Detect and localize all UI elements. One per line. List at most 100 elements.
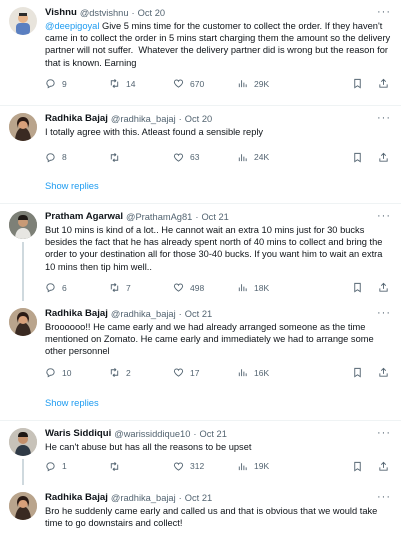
views-count: 18K — [254, 282, 270, 293]
retweet-button[interactable]: 2 — [109, 367, 173, 378]
reply-tweet[interactable]: Radhika Bajaj @radhika_bajaj · Oct 21 ··… — [0, 485, 401, 541]
share-icon[interactable] — [378, 367, 389, 378]
retweet-icon — [110, 461, 119, 471]
more-options-icon[interactable]: ··· — [377, 210, 391, 222]
share-icon[interactable] — [378, 152, 389, 163]
show-replies-link[interactable]: Show replies — [0, 170, 401, 203]
share-icon[interactable] — [378, 461, 389, 472]
tweet-actions: 8 63 24K — [45, 146, 391, 168]
tweet-actions: 10 2 17 16K — [45, 362, 391, 384]
display-name[interactable]: Radhika Bajaj — [45, 492, 108, 503]
show-replies-link[interactable]: Show replies — [0, 387, 401, 420]
more-options-icon[interactable]: ··· — [377, 6, 391, 18]
more-options-icon[interactable]: ··· — [377, 307, 391, 319]
reply-tweet[interactable]: Waris Siddiqui @warissiddique10 · Oct 21… — [0, 421, 401, 485]
views-button[interactable]: 16K — [237, 367, 299, 378]
views-button[interactable]: 18K — [237, 282, 299, 293]
retweet-icon — [110, 283, 119, 293]
avatar[interactable] — [9, 492, 37, 520]
retweet-button[interactable] — [109, 152, 173, 163]
display-name[interactable]: Pratham Agarwal — [45, 211, 123, 222]
tweet-text: Broooooo!! He came early and we had alre… — [45, 322, 377, 357]
display-name[interactable]: Radhika Bajaj — [45, 308, 108, 319]
reply-button[interactable]: 10 — [45, 367, 109, 378]
views-button[interactable]: 24K — [237, 152, 299, 163]
user-handle[interactable]: @warissiddique10 — [114, 429, 190, 439]
more-options-icon[interactable]: ··· — [377, 491, 391, 503]
timestamp[interactable]: Oct 20 — [138, 8, 165, 18]
views-count: 19K — [254, 461, 270, 472]
heart-icon — [173, 368, 184, 377]
reply-tweet[interactable]: Pratham Agarwal @PrathamAg81 · Oct 21 ··… — [0, 204, 401, 301]
tweet-actions: 9 14 670 29K — [45, 73, 391, 95]
mention-link[interactable]: @deepigoyal — [45, 21, 99, 31]
timestamp[interactable]: Oct 21 — [200, 429, 227, 439]
retweet-button[interactable] — [109, 461, 173, 472]
more-options-icon[interactable]: ··· — [377, 112, 391, 124]
like-button[interactable]: 17 — [173, 367, 237, 378]
views-icon — [238, 462, 247, 470]
user-handle[interactable]: @radhika_bajaj — [111, 114, 176, 124]
reply-count: 6 — [62, 282, 67, 293]
avatar[interactable] — [9, 308, 37, 336]
display-name[interactable]: Waris Siddiqui — [45, 428, 111, 439]
user-handle[interactable]: @dstvishnu — [80, 8, 129, 18]
retweet-button[interactable]: 7 — [109, 282, 173, 293]
avatar[interactable] — [9, 113, 37, 141]
reply-button[interactable]: 8 — [45, 152, 109, 163]
reply-button[interactable]: 9 — [45, 78, 109, 89]
timestamp[interactable]: Oct 21 — [185, 493, 212, 503]
share-icon[interactable] — [378, 78, 389, 89]
separator-dot: · — [178, 492, 182, 503]
like-button[interactable]: 312 — [173, 461, 237, 472]
tweet-text: Bro he suddenly came early and called us… — [45, 506, 380, 529]
views-button[interactable]: 19K — [237, 461, 299, 472]
views-icon — [238, 369, 247, 377]
timestamp[interactable]: Oct 21 — [185, 309, 212, 319]
user-handle[interactable]: @radhika_bajaj — [111, 493, 176, 503]
user-handle[interactable]: @radhika_bajaj — [111, 309, 176, 319]
tweet-text: @deepigoyal Give 5 mins time for the cus… — [45, 21, 393, 68]
views-button[interactable]: 29K — [237, 78, 299, 89]
more-options-icon[interactable]: ··· — [377, 427, 391, 439]
reply-tweet[interactable]: Radhika Bajaj @radhika_bajaj · Oct 21 ··… — [0, 301, 401, 387]
like-button[interactable]: 498 — [173, 282, 237, 293]
avatar[interactable] — [9, 211, 37, 239]
bookmark-icon[interactable] — [352, 282, 363, 293]
like-count: 312 — [190, 461, 205, 472]
bookmark-icon[interactable] — [352, 78, 363, 89]
like-count: 17 — [190, 367, 200, 378]
replies-feed: Vishnu @dstvishnu · Oct 20 ··· @deepigoy… — [0, 0, 401, 541]
like-count: 63 — [190, 152, 200, 163]
reply-button[interactable]: 1 — [45, 461, 109, 472]
reply-button[interactable]: 6 — [45, 282, 109, 293]
display-name[interactable]: Radhika Bajaj — [45, 113, 108, 124]
retweet-button[interactable]: 14 — [109, 78, 173, 89]
avatar[interactable] — [9, 428, 37, 456]
bookmark-icon[interactable] — [352, 367, 363, 378]
tweet-actions: 6 7 498 18K — [45, 277, 391, 299]
display-name[interactable]: Vishnu — [45, 7, 77, 18]
like-button[interactable]: 63 — [173, 152, 237, 163]
like-button[interactable]: 670 — [173, 78, 237, 89]
timestamp[interactable]: Oct 21 — [201, 212, 228, 222]
reply-icon — [46, 462, 55, 472]
retweet-count: 14 — [126, 78, 136, 89]
reply-tweet[interactable]: Radhika Bajaj @radhika_bajaj · Oct 20 ··… — [0, 106, 401, 170]
views-count: 29K — [254, 78, 270, 89]
bookmark-icon[interactable] — [352, 152, 363, 163]
tweet-text: But 10 mins is kind of a lot.. He cannot… — [45, 225, 386, 272]
tweet-text: He can't abuse but has all the reasons t… — [45, 442, 252, 452]
retweet-icon — [110, 79, 119, 89]
reply-count: 9 — [62, 78, 67, 89]
user-handle[interactable]: @PrathamAg81 — [126, 212, 192, 222]
tweet-text: I totally agree with this. Atleast found… — [45, 127, 264, 137]
heart-icon — [173, 283, 184, 293]
share-icon[interactable] — [378, 282, 389, 293]
timestamp[interactable]: Oct 20 — [185, 114, 212, 124]
retweet-icon — [110, 368, 119, 378]
avatar[interactable] — [9, 7, 37, 35]
reply-tweet[interactable]: Vishnu @dstvishnu · Oct 20 ··· @deepigoy… — [0, 0, 401, 105]
bookmark-icon[interactable] — [352, 461, 363, 472]
views-count: 16K — [254, 367, 270, 378]
